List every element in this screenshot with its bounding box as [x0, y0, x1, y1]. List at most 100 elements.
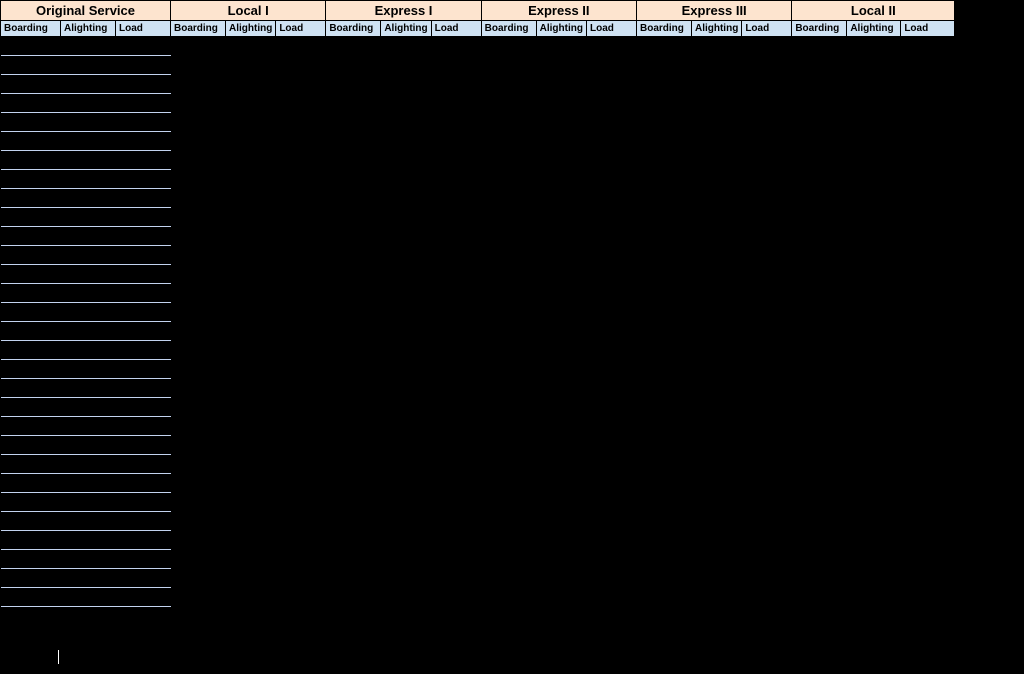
cell — [171, 246, 226, 265]
cell — [381, 569, 431, 588]
table-row — [1, 113, 955, 132]
cell — [116, 455, 171, 474]
cell — [431, 208, 481, 227]
cell — [116, 227, 171, 246]
cell — [742, 569, 792, 588]
cell — [116, 303, 171, 322]
cell — [536, 56, 586, 75]
cell — [847, 455, 901, 474]
cell — [431, 569, 481, 588]
cell — [226, 436, 276, 455]
cell — [171, 170, 226, 189]
sub-header: Boarding — [792, 21, 847, 37]
cell — [481, 455, 536, 474]
cell — [536, 379, 586, 398]
cell — [792, 379, 847, 398]
cell — [636, 531, 691, 550]
cell — [636, 436, 691, 455]
cell — [61, 132, 116, 151]
cell — [61, 56, 116, 75]
cell — [326, 379, 381, 398]
table-row — [1, 436, 955, 455]
cell — [586, 208, 636, 227]
cell — [116, 284, 171, 303]
cell — [481, 398, 536, 417]
cell — [586, 56, 636, 75]
cell — [847, 341, 901, 360]
cell — [116, 132, 171, 151]
sub-header: Alighting — [61, 21, 116, 37]
cell — [481, 569, 536, 588]
cell — [901, 531, 955, 550]
cell — [226, 113, 276, 132]
cell — [61, 189, 116, 208]
cell — [431, 75, 481, 94]
cell — [901, 56, 955, 75]
table-row — [1, 512, 955, 531]
cell — [847, 436, 901, 455]
cell — [171, 341, 226, 360]
cell — [536, 588, 586, 607]
cell — [381, 189, 431, 208]
cell — [431, 37, 481, 56]
cell — [116, 208, 171, 227]
cell — [116, 398, 171, 417]
text-cursor — [58, 650, 59, 664]
table-row — [1, 379, 955, 398]
cell — [61, 265, 116, 284]
cell — [792, 531, 847, 550]
sub-header: Alighting — [381, 21, 431, 37]
cell — [1, 360, 61, 379]
cell — [792, 37, 847, 56]
cell — [431, 246, 481, 265]
cell — [326, 550, 381, 569]
cell — [226, 588, 276, 607]
cell — [586, 227, 636, 246]
cell — [61, 322, 116, 341]
cell — [116, 322, 171, 341]
cell — [326, 341, 381, 360]
cell — [901, 379, 955, 398]
cell — [116, 474, 171, 493]
cell — [431, 303, 481, 322]
cell — [691, 75, 741, 94]
cell — [326, 588, 381, 607]
cell — [792, 398, 847, 417]
cell — [481, 75, 536, 94]
cell — [381, 56, 431, 75]
cell — [116, 189, 171, 208]
cell — [116, 436, 171, 455]
cell — [847, 227, 901, 246]
cell — [847, 132, 901, 151]
cell — [381, 94, 431, 113]
cell — [1, 512, 61, 531]
cell — [276, 170, 326, 189]
cell — [742, 303, 792, 322]
cell — [691, 512, 741, 531]
cell — [481, 37, 536, 56]
cell — [226, 94, 276, 113]
cell — [171, 284, 226, 303]
cell — [226, 569, 276, 588]
cell — [742, 151, 792, 170]
cell — [381, 75, 431, 94]
table-row — [1, 170, 955, 189]
cell — [381, 493, 431, 512]
cell — [481, 113, 536, 132]
table-row — [1, 531, 955, 550]
cell — [326, 75, 381, 94]
cell — [226, 132, 276, 151]
cell — [847, 284, 901, 303]
cell — [116, 341, 171, 360]
cell — [1, 588, 61, 607]
cell — [691, 37, 741, 56]
table-row — [1, 284, 955, 303]
cell — [536, 208, 586, 227]
cell — [381, 512, 431, 531]
cell — [792, 208, 847, 227]
cell — [116, 75, 171, 94]
table-row — [1, 360, 955, 379]
cell — [1, 341, 61, 360]
cell — [847, 512, 901, 531]
cell — [847, 588, 901, 607]
